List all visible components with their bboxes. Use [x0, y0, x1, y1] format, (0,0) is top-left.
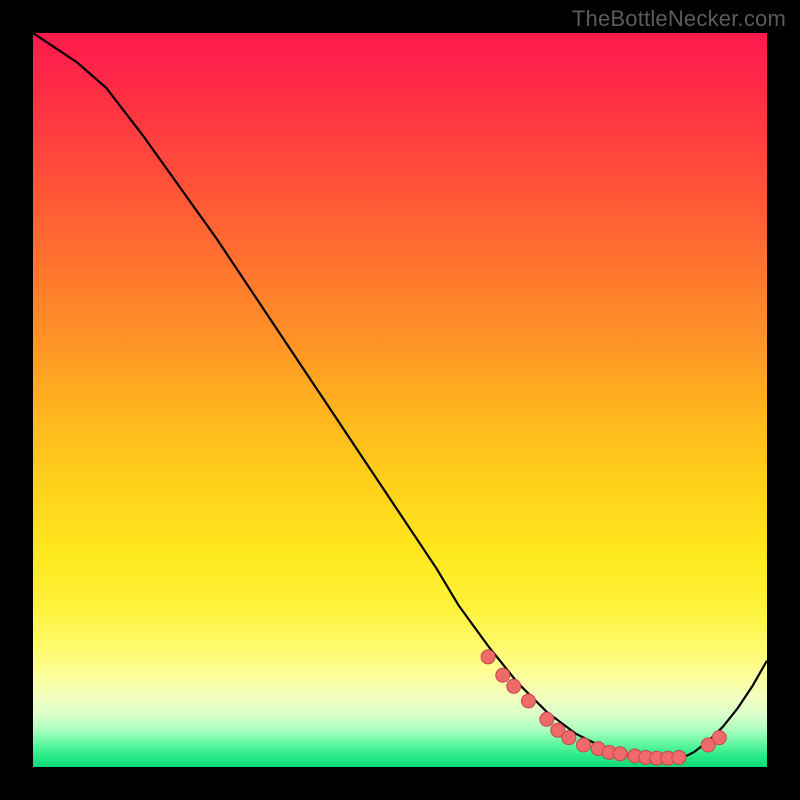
scatter-dot: [712, 731, 726, 745]
scatter-dot: [540, 712, 554, 726]
scatter-dot: [521, 694, 535, 708]
scatter-dot: [672, 750, 686, 764]
scatter-dot: [507, 679, 521, 693]
plot-area: [33, 33, 767, 767]
scatter-dot: [481, 650, 495, 664]
plot-svg: [33, 33, 767, 767]
gradient-background: [33, 33, 767, 767]
chart-frame: TheBottleNecker.com: [0, 0, 800, 800]
scatter-dot: [562, 731, 576, 745]
scatter-dot: [613, 747, 627, 761]
scatter-dot: [496, 668, 510, 682]
scatter-dot: [577, 738, 591, 752]
watermark-label: TheBottleNecker.com: [572, 6, 786, 32]
